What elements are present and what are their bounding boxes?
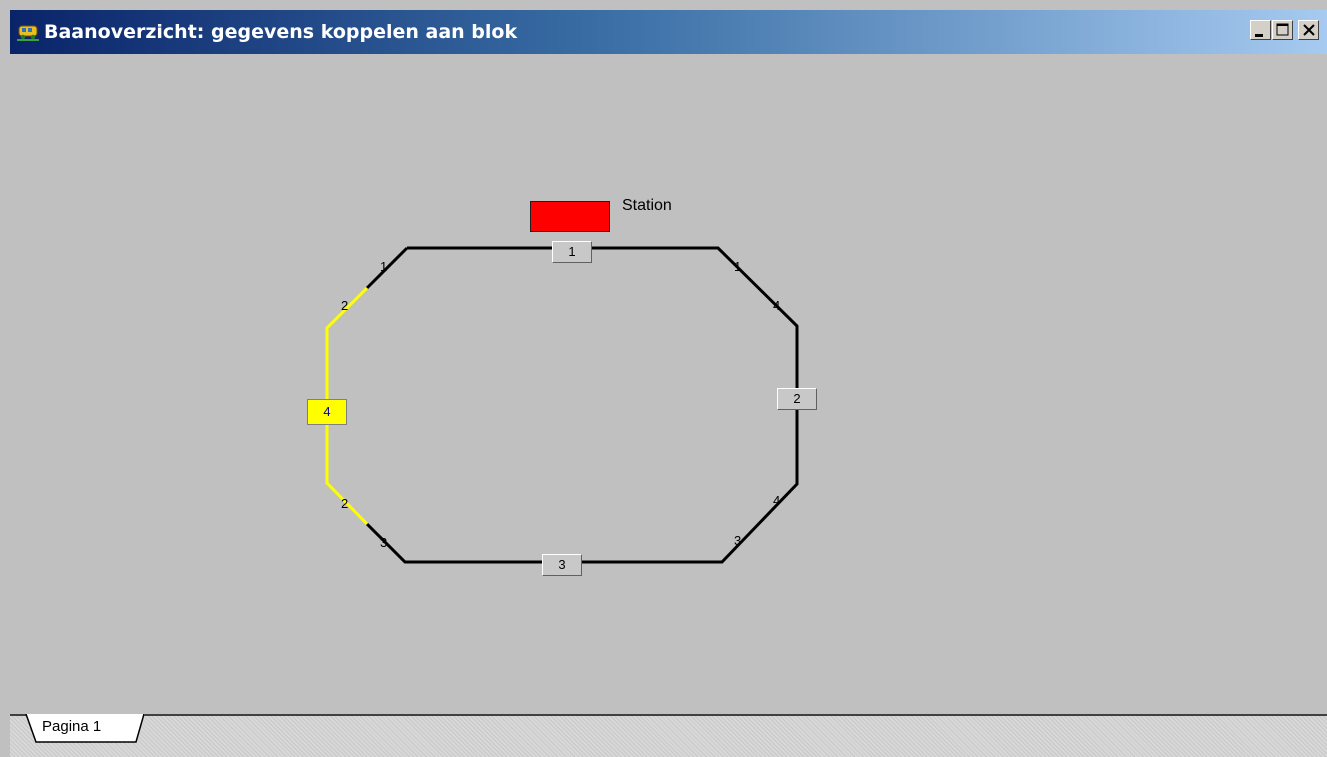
maximize-icon bbox=[1276, 23, 1289, 36]
block-2[interactable]: 2 bbox=[777, 388, 817, 410]
close-icon bbox=[1303, 24, 1315, 36]
contact-label: 1 bbox=[734, 259, 742, 274]
contact-label: 2 bbox=[341, 496, 349, 511]
station-signal[interactable] bbox=[530, 201, 610, 232]
contact-label: 3 bbox=[734, 533, 742, 548]
window-title: Baanoverzicht: gegevens koppelen aan blo… bbox=[44, 21, 518, 43]
block-3[interactable]: 3 bbox=[542, 554, 582, 576]
contact-label: 2 bbox=[341, 298, 349, 313]
maximize-button[interactable] bbox=[1272, 20, 1293, 40]
track-segment-top[interactable] bbox=[365, 246, 799, 564]
contact-label: 4 bbox=[773, 493, 781, 508]
contact-label: 3 bbox=[380, 535, 388, 550]
contact-label: 1 bbox=[380, 259, 388, 274]
close-button[interactable] bbox=[1298, 20, 1319, 40]
block-1[interactable]: 1 bbox=[552, 241, 592, 263]
block-4[interactable]: 4 bbox=[307, 399, 347, 425]
contact-label: 4 bbox=[773, 298, 781, 313]
title-bar[interactable]: Baanoverzicht: gegevens koppelen aan blo… bbox=[10, 10, 1327, 54]
tab-label: Pagina 1 bbox=[42, 718, 102, 735]
track-layout-canvas[interactable]: Station 1 2 3 4 1 2 1 4 2 3 4 3 bbox=[10, 54, 1327, 714]
app-window: Baanoverzicht: gegevens koppelen aan blo… bbox=[0, 0, 1327, 757]
minimize-icon bbox=[1255, 34, 1263, 37]
train-icon bbox=[16, 20, 40, 42]
minimize-button[interactable] bbox=[1250, 20, 1271, 40]
page-tab-strip: Pagina 1 bbox=[10, 714, 1327, 757]
track-diagram bbox=[325, 246, 799, 564]
station-label: Station bbox=[622, 197, 672, 214]
tab-pagina-1[interactable]: Pagina 1 bbox=[24, 714, 144, 744]
